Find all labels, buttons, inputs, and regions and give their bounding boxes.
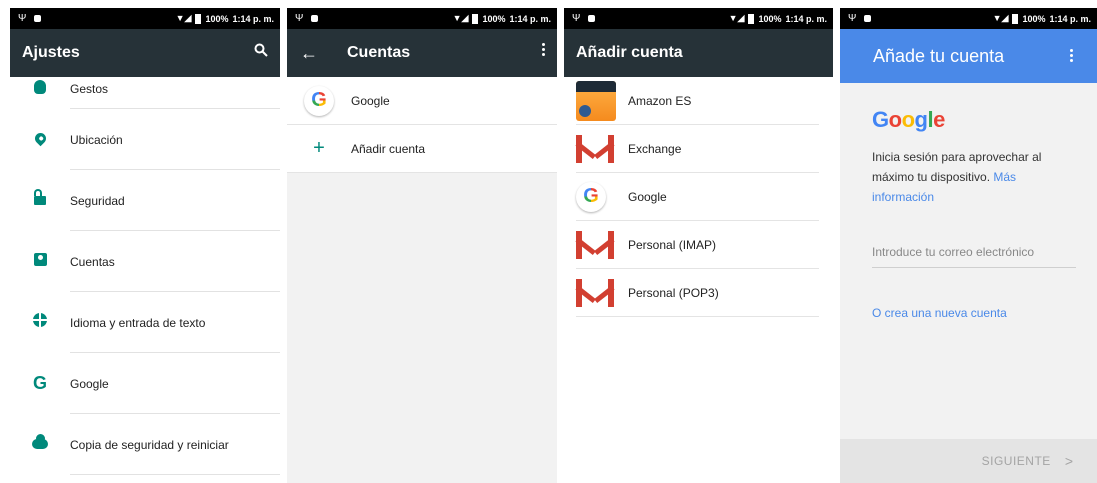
signin-header: Añade tu cuenta [840,29,1097,83]
settings-list: Gestos Ubicación Seguridad Cuentas Idiom… [10,69,280,475]
wifi-signal-icon: ▼◢ [992,13,1009,23]
settings-item-label: Ubicación [70,132,123,147]
settings-item-gestures[interactable]: Gestos [10,69,280,109]
usb-icon: Ψ [848,13,857,24]
status-bar: Ψ ▼◢ 100% 1:14 p. m. [840,8,1097,29]
account-type-google[interactable]: G Google [576,173,819,221]
battery-percent: 100% [1022,13,1046,24]
account-type-label: Personal (POP3) [628,285,719,300]
plus-icon: + [313,137,325,159]
settings-item-security[interactable]: Seguridad [10,170,280,231]
battery-icon [472,13,479,24]
settings-item-language[interactable]: Idioma y entrada de texto [10,292,280,353]
back-arrow-icon[interactable]: ← [287,43,331,64]
account-type-amazon[interactable]: Amazon ES [576,77,819,125]
clock: 1:14 p. m. [232,13,274,24]
account-type-exchange[interactable]: Exchange [575,125,819,173]
overflow-menu-icon[interactable] [1070,49,1073,62]
email-field[interactable] [872,241,1076,268]
battery-percent: 100% [482,13,506,24]
page-title: Añade tu cuenta [873,45,1005,66]
notification-icon [34,15,42,22]
account-type-label: Google [628,189,667,204]
add-account-button[interactable]: + Añadir cuenta [287,125,557,173]
settings-item-label: Idioma y entrada de texto [70,315,206,330]
account-type-label: Amazon ES [628,93,692,108]
settings-item-location[interactable]: Ubicación [10,109,280,170]
account-type-label: Exchange [628,141,682,156]
gmail-icon [575,278,615,307]
settings-item-label: Cuentas [70,254,115,269]
add-account-screen: Ψ ▼◢ 100% 1:14 p. m. Añadir cuenta Amazon … [564,8,833,483]
notification-icon [588,15,596,22]
overflow-menu-icon[interactable] [542,43,545,56]
google-signin-screen: Ψ ▼◢ 100% 1:14 p. m. Añade tu cuenta Googl… [840,8,1097,483]
clock: 1:14 p. m. [785,13,827,24]
battery-percent: 100% [205,13,229,24]
settings-item-label: Copia de seguridad y reiniciar [70,437,229,452]
globe-icon [10,313,70,332]
page-title: Añadir cuenta [576,44,683,61]
battery-icon [748,13,755,24]
gesture-icon [10,79,70,99]
accounts-list: G Google + Añadir cuenta [287,77,557,173]
battery-icon [1012,13,1019,24]
account-type-label: Personal (IMAP) [628,237,717,252]
account-item-google[interactable]: G Google [287,77,557,125]
gmail-icon [575,134,615,163]
cloud-backup-icon [10,434,70,454]
status-bar: Ψ ▼◢ 100% 1:14 p. m. [564,8,833,29]
google-logo-icon: G [304,85,334,116]
clock: 1:14 p. m. [1049,13,1091,24]
account-icon [10,252,70,271]
signin-footer: SIGUIENTE > [840,439,1097,483]
google-icon: G [32,373,47,393]
account-type-imap[interactable]: Personal (IMAP) [575,221,819,269]
settings-item-google[interactable]: G Google [10,353,280,414]
search-icon[interactable] [254,43,268,62]
settings-screen: Ψ ▼◢ 100% 1:14 p. m. Ajustes Gestos Ubicac… [10,8,280,483]
battery-icon [195,13,202,24]
google-wordmark: Google [872,107,945,132]
accounts-screen: Ψ ▼◢ 100% 1:14 p. m. ← Cuentas G Google + … [287,8,557,483]
settings-item-label: Gestos [70,82,109,96]
app-toolbar: Añadir cuenta [564,29,833,77]
signin-description: Inicia sesión para aprovechar al máximo … [872,147,1072,207]
wifi-signal-icon: ▼◢ [452,13,469,23]
wifi-signal-icon: ▼◢ [175,13,192,23]
chevron-right-icon[interactable]: > [1065,453,1073,469]
app-toolbar: ← Cuentas [287,29,557,77]
account-item-label: Google [351,93,390,108]
usb-icon: Ψ [295,13,304,24]
settings-item-backup[interactable]: Copia de seguridad y reiniciar [10,414,280,475]
next-button[interactable]: SIGUIENTE [982,454,1051,468]
lock-icon [10,189,70,210]
gmail-icon [575,230,615,259]
battery-percent: 100% [758,13,782,24]
settings-item-accounts[interactable]: Cuentas [10,231,280,292]
settings-item-label: Google [70,376,109,391]
google-logo-icon: G [576,181,606,212]
usb-icon: Ψ [18,13,27,24]
clock: 1:14 p. m. [509,13,551,24]
settings-item-label: Seguridad [70,193,125,208]
status-bar: Ψ ▼◢ 100% 1:14 p. m. [287,8,557,29]
signin-form: Google Inicia sesión para aprovechar al … [840,83,1097,320]
account-type-pop3[interactable]: Personal (POP3) [575,269,819,317]
status-bar: Ψ ▼◢ 100% 1:14 p. m. [10,8,280,29]
add-account-label: Añadir cuenta [351,141,426,156]
create-account-link[interactable]: O crea una nueva cuenta [872,306,1065,320]
amazon-apps-icon [576,80,616,121]
wifi-signal-icon: ▼◢ [728,13,745,23]
usb-icon: Ψ [572,13,581,24]
account-type-list: Amazon ES Exchange G Google Personal (IM… [564,77,833,317]
page-title: Cuentas [347,44,411,61]
notification-icon [311,15,319,22]
notification-icon [864,15,872,22]
location-icon [10,130,70,149]
page-title: Ajustes [22,44,80,61]
